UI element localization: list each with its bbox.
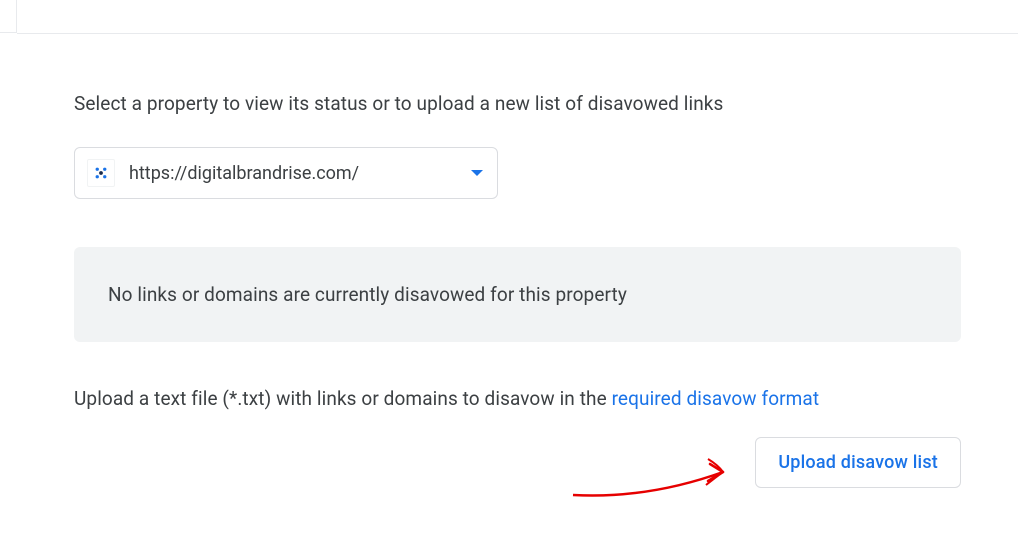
status-message: No links or domains are currently disavo… bbox=[108, 283, 627, 306]
instruction-text: Select a property to view its status or … bbox=[74, 92, 961, 115]
chevron-down-icon bbox=[471, 170, 483, 176]
selected-property-label: https://digitalbrandrise.com/ bbox=[129, 163, 459, 184]
property-select-dropdown[interactable]: https://digitalbrandrise.com/ bbox=[74, 147, 498, 199]
upload-button-row: Upload disavow list bbox=[74, 437, 961, 488]
disavow-format-link[interactable]: required disavow format bbox=[612, 387, 820, 410]
upload-description: Upload a text file (*.txt) with links or… bbox=[74, 384, 961, 413]
property-favicon-icon bbox=[87, 159, 115, 187]
sidebar-edge bbox=[0, 0, 17, 33]
upload-disavow-list-button[interactable]: Upload disavow list bbox=[755, 437, 961, 488]
upload-description-text: Upload a text file (*.txt) with links or… bbox=[74, 387, 612, 410]
main-content: Select a property to view its status or … bbox=[17, 34, 1018, 535]
status-panel: No links or domains are currently disavo… bbox=[74, 247, 961, 342]
